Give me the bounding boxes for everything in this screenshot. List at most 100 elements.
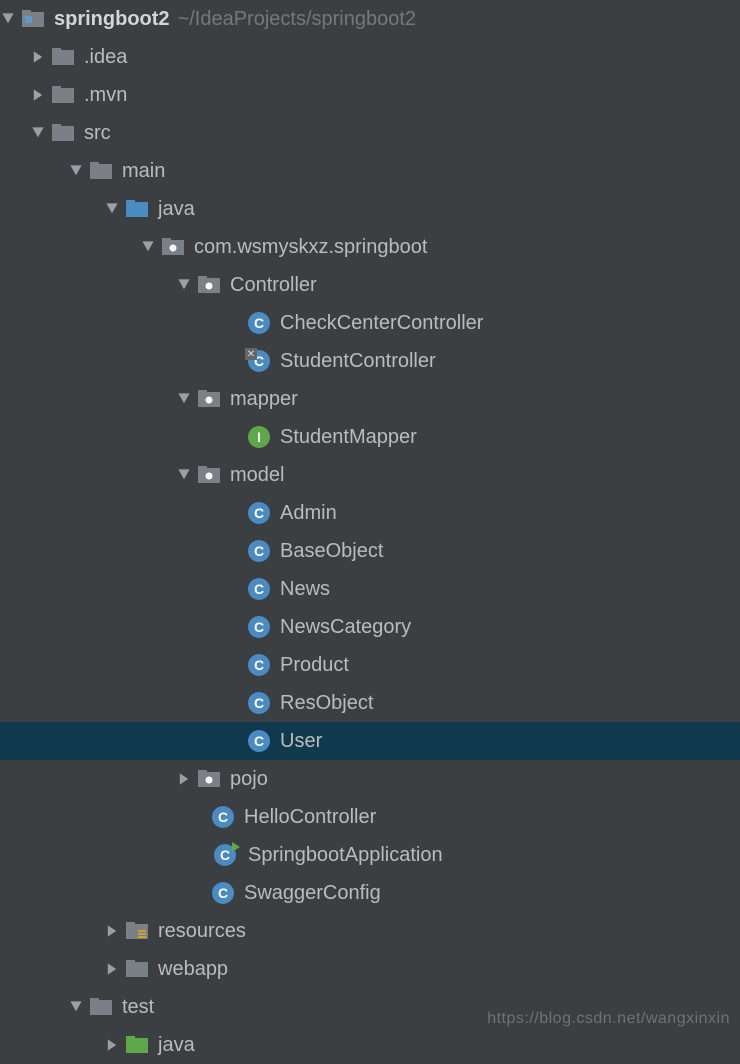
project-tree: springboot2 ~/IdeaProjects/springboot2 .… — [0, 0, 740, 1064]
class-label: User — [280, 730, 322, 753]
class-icon: C — [248, 502, 270, 524]
tree-item-admin[interactable]: C Admin — [0, 494, 740, 532]
tree-item-studentmapper[interactable]: I StudentMapper — [0, 418, 740, 456]
folder-icon — [90, 997, 112, 1017]
tree-item-user[interactable]: C User — [0, 722, 740, 760]
folder-icon — [90, 161, 112, 181]
collapse-arrow-icon[interactable] — [30, 88, 46, 102]
expand-arrow-icon[interactable] — [176, 392, 192, 406]
folder-label: .mvn — [84, 84, 127, 107]
source-folder-icon — [126, 199, 148, 219]
class-label: SpringbootApplication — [248, 844, 443, 867]
class-label: CheckCenterController — [280, 312, 483, 335]
class-icon: C — [248, 692, 270, 714]
class-label: HelloController — [244, 806, 376, 829]
expand-arrow-icon[interactable] — [0, 12, 16, 26]
tree-item-studentcontroller[interactable]: C ✕ StudentController — [0, 342, 740, 380]
tree-item-newscategory[interactable]: C NewsCategory — [0, 608, 740, 646]
folder-icon — [52, 85, 74, 105]
expand-arrow-icon[interactable] — [68, 1000, 84, 1014]
class-icon: C — [248, 540, 270, 562]
class-icon: C — [248, 730, 270, 752]
watermark-text: https://blog.csdn.net/wangxinxin — [487, 1010, 730, 1028]
folder-icon — [52, 47, 74, 67]
project-path-label: ~/IdeaProjects/springboot2 — [178, 8, 417, 31]
expand-arrow-icon[interactable] — [30, 126, 46, 140]
tree-item-checkcentercontroller[interactable]: C CheckCenterController — [0, 304, 740, 342]
class-icon: C — [248, 616, 270, 638]
expand-arrow-icon[interactable] — [176, 468, 192, 482]
folder-label: resources — [158, 920, 246, 943]
class-label: Admin — [280, 502, 337, 525]
package-icon — [162, 237, 184, 257]
tree-item-swaggerconfig[interactable]: C SwaggerConfig — [0, 874, 740, 912]
folder-label: webapp — [158, 958, 228, 981]
class-label: SwaggerConfig — [244, 882, 381, 905]
resources-folder-icon — [126, 921, 148, 941]
class-label: ResObject — [280, 692, 373, 715]
folder-icon — [126, 959, 148, 979]
expand-arrow-icon[interactable] — [68, 164, 84, 178]
collapse-arrow-icon[interactable] — [176, 772, 192, 786]
tree-item-idea[interactable]: .idea — [0, 38, 740, 76]
collapse-arrow-icon[interactable] — [104, 962, 120, 976]
tree-item-springbootapplication[interactable]: C SpringbootApplication — [0, 836, 740, 874]
tree-item-project-root[interactable]: springboot2 ~/IdeaProjects/springboot2 — [0, 0, 740, 38]
package-icon — [198, 465, 220, 485]
error-overlay-icon: ✕ — [245, 348, 257, 360]
folder-label: src — [84, 122, 111, 145]
folder-label: java — [158, 1034, 195, 1057]
class-label: NewsCategory — [280, 616, 411, 639]
package-label: pojo — [230, 768, 268, 791]
class-label: Product — [280, 654, 349, 677]
tree-item-pojo[interactable]: pojo — [0, 760, 740, 798]
folder-icon — [52, 123, 74, 143]
tree-item-model-pkg[interactable]: model — [0, 456, 740, 494]
collapse-arrow-icon[interactable] — [104, 1038, 120, 1052]
test-source-folder-icon — [126, 1035, 148, 1055]
class-icon: C — [248, 578, 270, 600]
class-icon: C — [248, 312, 270, 334]
expand-arrow-icon[interactable] — [140, 240, 156, 254]
tree-item-baseobject[interactable]: C BaseObject — [0, 532, 740, 570]
expand-arrow-icon[interactable] — [176, 278, 192, 292]
expand-arrow-icon[interactable] — [104, 202, 120, 216]
package-label: Controller — [230, 274, 317, 297]
folder-label: java — [158, 198, 195, 221]
class-label: News — [280, 578, 330, 601]
tree-item-resobject[interactable]: C ResObject — [0, 684, 740, 722]
package-icon — [198, 769, 220, 789]
tree-item-webapp[interactable]: webapp — [0, 950, 740, 988]
tree-item-mvn[interactable]: .mvn — [0, 76, 740, 114]
tree-item-controller-pkg[interactable]: Controller — [0, 266, 740, 304]
tree-item-hellocontroller[interactable]: C HelloController — [0, 798, 740, 836]
tree-item-mapper-pkg[interactable]: mapper — [0, 380, 740, 418]
package-icon — [198, 275, 220, 295]
folder-label: test — [122, 996, 154, 1019]
package-label: mapper — [230, 388, 298, 411]
tree-item-product[interactable]: C Product — [0, 646, 740, 684]
module-folder-icon — [22, 9, 44, 29]
package-label: model — [230, 464, 284, 487]
interface-label: StudentMapper — [280, 426, 417, 449]
folder-label: main — [122, 160, 165, 183]
collapse-arrow-icon[interactable] — [104, 924, 120, 938]
class-label: StudentController — [280, 350, 436, 373]
class-label: BaseObject — [280, 540, 383, 563]
collapse-arrow-icon[interactable] — [30, 50, 46, 64]
package-icon — [198, 389, 220, 409]
package-label: com.wsmyskxz.springboot — [194, 236, 427, 259]
class-icon: C — [212, 882, 234, 904]
tree-item-news[interactable]: C News — [0, 570, 740, 608]
folder-label: .idea — [84, 46, 127, 69]
class-icon: C — [212, 806, 234, 828]
project-name-label: springboot2 — [54, 8, 170, 31]
class-icon: C — [248, 654, 270, 676]
tree-item-resources[interactable]: resources — [0, 912, 740, 950]
tree-item-java[interactable]: java — [0, 190, 740, 228]
interface-icon: I — [248, 426, 270, 448]
tree-item-src[interactable]: src — [0, 114, 740, 152]
tree-item-package[interactable]: com.wsmyskxz.springboot — [0, 228, 740, 266]
tree-item-main[interactable]: main — [0, 152, 740, 190]
runnable-class-icon: C — [212, 844, 238, 866]
